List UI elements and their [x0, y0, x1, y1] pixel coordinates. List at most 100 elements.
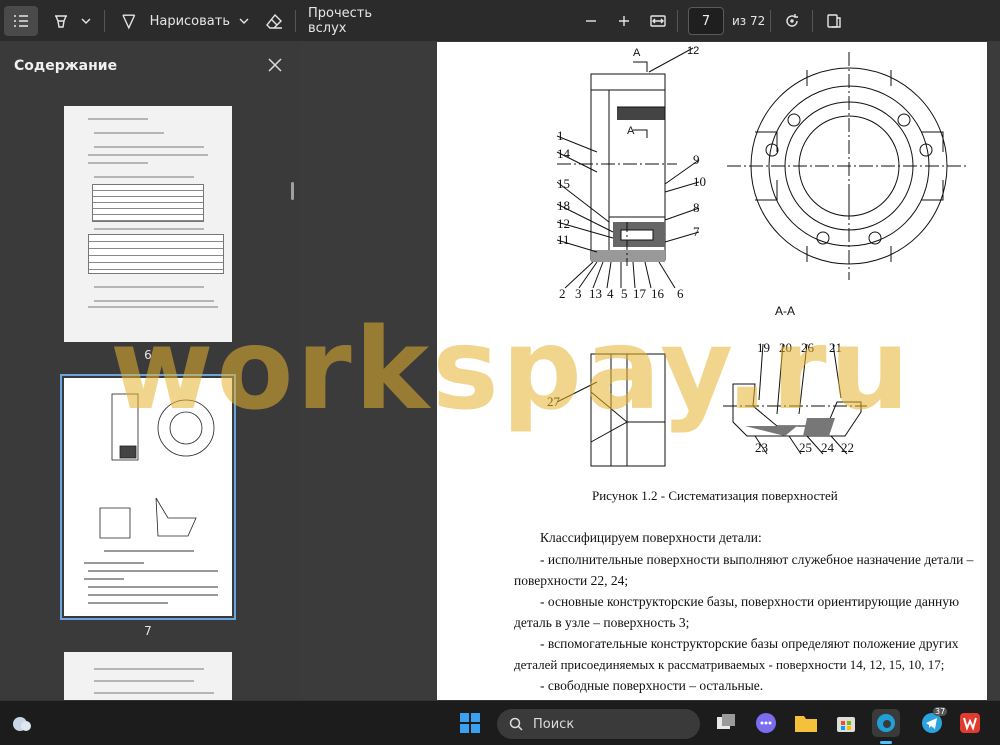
read-aloud-button[interactable]: Прочесть вслух [308, 6, 408, 36]
read-aloud-label: Прочесть вслух [308, 6, 373, 36]
sidebar-scrollbar[interactable] [291, 182, 294, 200]
callout-label: 13 [589, 286, 602, 301]
sidebar-title: Содержание [14, 58, 118, 74]
wps-office-button[interactable] [956, 709, 984, 737]
search-icon [509, 717, 523, 731]
callout-label: 24 [821, 440, 834, 455]
chat-app-button[interactable] [752, 709, 780, 737]
callout-label: 12 [557, 216, 570, 231]
notification-badge: 37 [933, 707, 948, 716]
cloud-icon [13, 717, 31, 731]
paragraph-line: - вспомогательные конструкторские базы о… [540, 636, 959, 651]
taskbar: Поиск 37 [0, 700, 1000, 745]
pdf-toolbar: Нарисовать Прочесть вслух 7 из 72 [0, 0, 1000, 42]
paragraph-line: - основные конструкторские базы, поверхн… [540, 594, 960, 609]
thumbnail-page-7[interactable] [64, 378, 232, 616]
telegram-button[interactable]: 37 [918, 707, 948, 737]
rotate-icon [786, 14, 798, 27]
toolbar-divider [677, 10, 678, 32]
callout-label: 19 [757, 340, 770, 355]
paragraph-line: деталей присоединяемых к рассматриваемых… [514, 657, 945, 672]
section-label: А-А [775, 304, 796, 318]
zoom-out-button[interactable] [580, 6, 602, 36]
page-view-button[interactable] [822, 6, 846, 36]
paragraph-line: поверхности 22, 24; [514, 573, 629, 588]
callout-label: 15 [557, 176, 570, 191]
fit-page-button[interactable] [646, 6, 670, 36]
active-app-indicator [880, 741, 892, 744]
thumbnail-label: 7 [144, 624, 152, 638]
toolbar-divider [104, 10, 105, 32]
chat-icon [756, 713, 776, 733]
folder-icon [795, 716, 817, 732]
file-explorer-button[interactable] [792, 709, 820, 737]
chevron-down-icon [239, 18, 249, 24]
task-view-button[interactable] [712, 709, 740, 737]
store-button[interactable] [832, 709, 860, 737]
technical-drawing: АА 12 [556, 45, 967, 467]
edge-icon [877, 714, 895, 732]
taskbar-search[interactable]: Поиск [497, 709, 700, 739]
callout-label: 8 [693, 200, 700, 215]
callout-label: 2 [559, 286, 566, 301]
callout-label: 10 [693, 174, 706, 189]
document-page: А А 12 1 14 15 18 12 11 9 10 8 7 2 3 13 4… [437, 42, 987, 700]
wps-icon [960, 713, 980, 733]
document-viewer: А А 12 1 14 15 18 12 11 9 10 8 7 2 3 13 4… [300, 42, 1000, 700]
callout-label: 3 [575, 286, 582, 301]
eraser-icon [266, 13, 282, 29]
windows-icon [460, 713, 480, 733]
pen-icon [122, 14, 136, 30]
highlighter-icon [54, 15, 68, 28]
callout-label: 1 [557, 128, 564, 143]
paragraph-line: Классифицируем поверхности детали: [540, 530, 762, 545]
callout-label: 26 [801, 340, 814, 355]
callout-label: 25 [799, 440, 812, 455]
contents-button[interactable] [4, 6, 38, 36]
draw-dropdown[interactable] [236, 6, 252, 36]
callout-label: 22 [841, 440, 854, 455]
svg-text:А: А [627, 125, 635, 137]
close-icon [268, 58, 282, 72]
store-icon [837, 717, 855, 732]
paragraph-line: - исполнительные поверхности выполняют с… [540, 552, 974, 567]
fit-width-icon [650, 15, 666, 27]
search-label: Поиск [533, 716, 575, 732]
highlight-button[interactable] [50, 6, 72, 36]
edge-browser-button[interactable] [872, 709, 900, 737]
figure-caption: Рисунок 1.2 - Систематизация поверхносте… [592, 488, 838, 503]
callout-label: 9 [693, 152, 700, 167]
toolbar-divider [812, 10, 813, 32]
svg-text:12: 12 [687, 45, 699, 57]
zoom-in-button[interactable] [613, 6, 635, 36]
close-sidebar-button[interactable] [266, 56, 284, 74]
minus-icon [586, 20, 596, 22]
callout-label: 4 [607, 286, 614, 301]
highlight-dropdown[interactable] [78, 6, 94, 36]
start-button[interactable] [458, 711, 482, 735]
callout-label: 20 [779, 340, 792, 355]
contents-sidebar: Содержание 6 7 [0, 42, 300, 700]
paragraph-line: - свободные поверхности – остальные. [540, 678, 764, 693]
list-icon [14, 15, 28, 27]
draw-button[interactable]: Нарисовать [120, 6, 230, 36]
paragraph-line: деталь в узле – поверхность 3; [514, 615, 690, 630]
thumbnail-page-8[interactable] [64, 652, 232, 700]
callout-label: 14 [557, 146, 570, 161]
thumbnail-page-6[interactable] [64, 106, 232, 342]
task-view-icon [717, 714, 735, 729]
callout-label: 7 [693, 224, 700, 239]
weather-widget[interactable] [10, 711, 34, 735]
svg-text:А: А [633, 47, 641, 59]
draw-label: Нарисовать [149, 13, 230, 29]
rotate-button[interactable] [780, 6, 804, 36]
total-pages-label: из 72 [732, 14, 766, 28]
callout-label: 23 [755, 440, 768, 455]
thumbnail-drawing [99, 393, 215, 539]
callout-label: 17 [633, 286, 646, 301]
callout-label: 6 [677, 286, 684, 301]
callout-label: 11 [557, 232, 570, 247]
page-number-input[interactable]: 7 [688, 7, 724, 35]
eraser-button[interactable] [262, 6, 286, 36]
callout-label: 21 [829, 340, 842, 355]
